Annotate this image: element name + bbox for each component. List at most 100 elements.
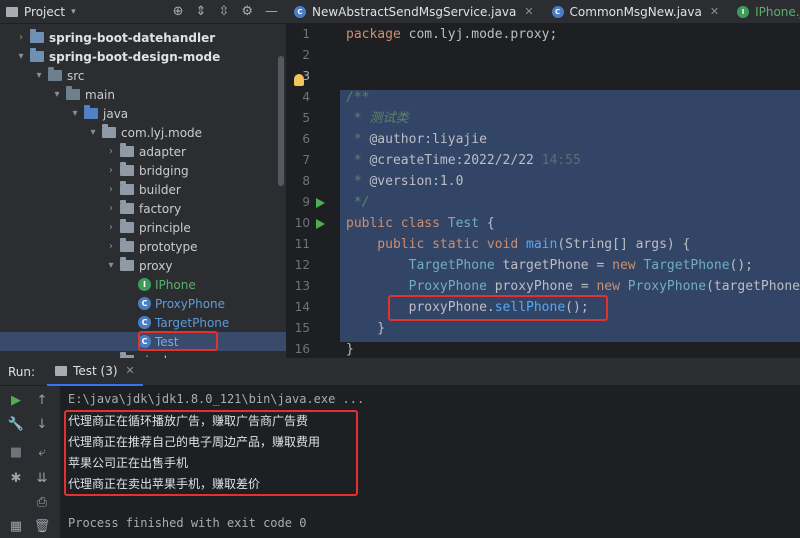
class-icon: C xyxy=(138,297,151,310)
tab-new-abstract-send-msg-service[interactable]: C NewAbstractSendMsgService.java ✕ xyxy=(286,0,544,23)
code-line-1: package com.lyj.mode.proxy; xyxy=(346,27,558,42)
project-view-icon[interactable] xyxy=(6,6,18,17)
debug-icon[interactable]: ✱ xyxy=(8,470,24,486)
tree-item-label: ProxyPhone xyxy=(155,296,226,311)
tree-item-iphone[interactable]: I IPhone xyxy=(0,275,286,294)
rerun-icon[interactable]: ▶ xyxy=(8,392,24,408)
tree-item-label: factory xyxy=(139,201,182,216)
folder-icon xyxy=(120,181,134,195)
chevron-right-icon[interactable]: › xyxy=(104,184,118,195)
arrow-up-icon[interactable]: ↑ xyxy=(34,392,50,408)
chevron-down-icon[interactable]: ▾ xyxy=(71,7,76,17)
tree-item-spring-boot-datehandler[interactable]: › spring-boot-datehandler xyxy=(0,28,286,47)
line-number: 1 xyxy=(302,27,310,41)
project-tool-window: Project ▾ ⊕ ⇕ ⇳ ⚙ — › spring-boot-datehan… xyxy=(0,0,286,358)
arrow-down-icon[interactable]: ↓ xyxy=(34,416,50,432)
close-icon[interactable]: ✕ xyxy=(524,5,533,18)
class-icon: C xyxy=(294,5,306,18)
close-icon[interactable]: ✕ xyxy=(710,5,719,18)
tree-item-label: adapter xyxy=(139,144,186,159)
run-config-icon xyxy=(55,365,68,376)
tree-item-single[interactable]: ›single xyxy=(0,351,286,358)
chevron-right-icon[interactable]: › xyxy=(104,241,118,252)
output-highlight xyxy=(64,410,358,496)
run-gutter-icon[interactable] xyxy=(316,198,325,208)
scroll-to-end-icon[interactable]: ⇊ xyxy=(34,470,50,486)
line-number-gutter: 1 2 3 4 5 6 7 8 9 10 11 12 13 14 15 16 xyxy=(286,24,340,358)
tree-item-src[interactable]: ▾ src xyxy=(0,66,286,85)
console-command: E:\java\jdk\jdk1.8.0_121\bin\java.exe ..… xyxy=(68,392,365,406)
tree-item-main[interactable]: ▾ main xyxy=(0,85,286,104)
run-gutter-icon[interactable] xyxy=(316,219,325,229)
tree-item-com-lyj-mode[interactable]: ▾ com.lyj.mode xyxy=(0,123,286,142)
soft-wrap-icon[interactable]: ⤶ xyxy=(34,444,50,460)
chevron-down-icon[interactable]: ▾ xyxy=(104,260,118,271)
tree-item-targetphone[interactable]: C TargetPhone xyxy=(0,313,286,332)
tree-item-spring-boot-design-mode[interactable]: ▾ spring-boot-design-mode xyxy=(0,47,286,66)
editor-tabs: C NewAbstractSendMsgService.java ✕ C Com… xyxy=(286,0,800,24)
folder-icon xyxy=(84,105,98,119)
code-line-3: /** xyxy=(346,90,370,105)
chevron-right-icon[interactable]: › xyxy=(104,222,118,233)
interface-icon: I xyxy=(737,5,750,18)
folder-icon xyxy=(66,86,80,100)
run-tab-test[interactable]: Test (3) ✕ xyxy=(47,358,143,386)
tree-item-prototype[interactable]: › prototype xyxy=(0,237,286,256)
selected-file-highlight xyxy=(138,331,218,351)
expand-all-icon[interactable]: ⇕ xyxy=(196,4,207,19)
collapse-all-icon[interactable]: ⇳ xyxy=(218,4,229,19)
tree-item-label: builder xyxy=(139,182,181,197)
chevron-right-icon[interactable]: › xyxy=(104,165,118,176)
layout-icon[interactable]: ▦ xyxy=(8,518,24,534)
class-icon: C xyxy=(551,5,564,18)
tree-item-label: spring-boot-datehandler xyxy=(49,30,216,45)
folder-icon xyxy=(120,257,134,271)
chevron-down-icon[interactable]: ▾ xyxy=(14,51,28,62)
method-call-highlight xyxy=(388,295,608,321)
tree-item-proxy[interactable]: ▾ proxy xyxy=(0,256,286,275)
tree-item-adapter[interactable]: › adapter xyxy=(0,142,286,161)
tree-item-label: prototype xyxy=(139,239,198,254)
tab-common-msg-new[interactable]: C CommonMsgNew.java ✕ xyxy=(544,0,730,23)
tree-item-bridging[interactable]: › bridging xyxy=(0,161,286,180)
chevron-right-icon[interactable]: › xyxy=(104,146,118,157)
code-line-5: * @author:liyajie xyxy=(346,132,487,147)
tree-item-java[interactable]: ▾ java xyxy=(0,104,286,123)
line-number: 13 xyxy=(294,279,310,293)
line-number: 10 xyxy=(294,216,310,230)
folder-icon xyxy=(120,200,134,214)
code-line-12: ProxyPhone proxyPhone = new ProxyPhone(t… xyxy=(408,279,800,294)
code-line-4: * 测试类 xyxy=(346,111,409,126)
gear-icon[interactable]: ⚙ xyxy=(241,4,253,19)
chevron-down-icon[interactable]: ▾ xyxy=(68,108,82,119)
chevron-down-icon[interactable]: ▾ xyxy=(50,89,64,100)
chevron-right-icon[interactable]: › xyxy=(14,32,28,43)
tab-iphone[interactable]: I IPhone.java xyxy=(729,0,800,23)
locate-icon[interactable]: ⊕ xyxy=(173,4,184,19)
tree-scrollbar[interactable] xyxy=(278,56,284,186)
minimize-icon[interactable]: — xyxy=(265,4,278,19)
folder-icon xyxy=(120,238,134,252)
project-title[interactable]: Project xyxy=(24,5,65,19)
line-number: 16 xyxy=(294,342,310,356)
tree-item-proxyphone[interactable]: C ProxyPhone xyxy=(0,294,286,313)
folder-icon xyxy=(120,162,134,176)
chevron-down-icon[interactable]: ▾ xyxy=(86,127,100,138)
chevron-right-icon[interactable]: › xyxy=(104,203,118,214)
console-output[interactable]: E:\java\jdk\jdk1.8.0_121\bin\java.exe ..… xyxy=(60,386,800,538)
tree-item-factory[interactable]: › factory xyxy=(0,199,286,218)
console-exit-message: Process finished with exit code 0 xyxy=(68,516,307,530)
stop-icon[interactable]: ■ xyxy=(8,444,24,460)
trash-icon[interactable]: 🗑 xyxy=(34,518,51,534)
wrench-icon[interactable]: 🔧 xyxy=(8,416,24,432)
tree-item-principle[interactable]: › principle xyxy=(0,218,286,237)
tree-item-builder[interactable]: › builder xyxy=(0,180,286,199)
run-tool-window: Run: Test (3) ✕ ▶ ↑ 🔧 ↓ ■ ⤶ ✱ ⇊ ⎙ ▦ 🗑 E:… xyxy=(0,358,800,538)
close-icon[interactable]: ✕ xyxy=(126,364,135,377)
code-line-6: * @createTime:2022/2/22 14:55 xyxy=(346,153,581,168)
tree-item-label: bridging xyxy=(139,163,189,178)
run-header: Run: Test (3) ✕ xyxy=(0,358,800,386)
code-area[interactable]: package com.lyj.mode.proxy; /** * 测试类 * … xyxy=(340,24,800,358)
chevron-down-icon[interactable]: ▾ xyxy=(32,70,46,81)
print-icon[interactable]: ⎙ xyxy=(34,494,50,510)
